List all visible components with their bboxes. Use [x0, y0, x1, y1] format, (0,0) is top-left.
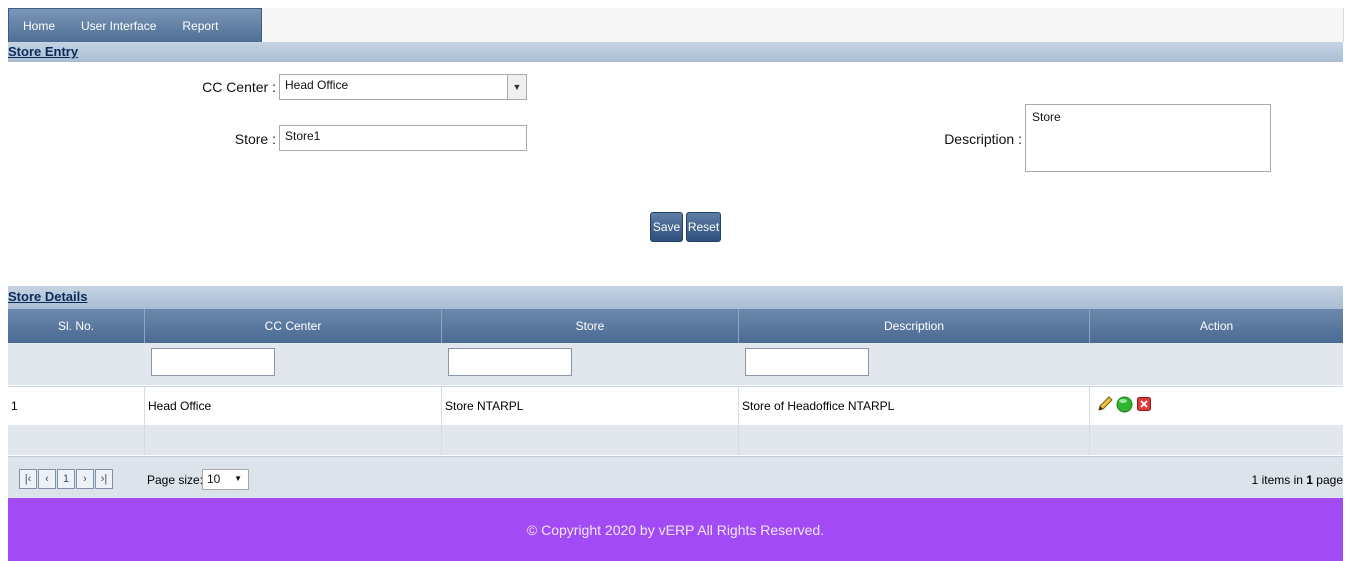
filter-description-input[interactable] — [745, 348, 869, 376]
empty-cell — [442, 425, 739, 455]
cc-center-value: Head Office — [285, 78, 349, 92]
chevron-down-icon: ▼ — [234, 474, 242, 483]
footer: © Copyright 2020 by vERP All Rights Rese… — [8, 498, 1343, 561]
store-label: Store : — [234, 131, 276, 147]
pager: |‹ ‹ 1 › ›| Page size: 10 ▼ 1 items in 1… — [8, 456, 1343, 499]
col-header-action: Action — [1199, 319, 1234, 333]
filter-cell-store — [442, 343, 739, 385]
cell-store: Store NTARPL — [442, 387, 739, 425]
main-menu: Home User Interface Report — [8, 8, 262, 44]
store-input[interactable]: Store1 — [279, 125, 527, 151]
store-input-value: Store1 — [285, 129, 321, 143]
col-header-cc-center[interactable]: CC Center — [145, 309, 442, 343]
reset-button[interactable]: Reset — [686, 212, 721, 242]
save-button[interactable]: Save — [650, 212, 683, 242]
menu-report[interactable]: Report — [168, 19, 230, 33]
page-size-select[interactable]: 10 ▼ — [202, 469, 249, 490]
items-summary: 1 items in 1 page — [1252, 473, 1343, 487]
delete-icon[interactable] — [1137, 397, 1151, 414]
filter-cell-action — [1090, 343, 1343, 385]
items-text: items in — [1261, 473, 1303, 487]
empty-cell — [739, 425, 1090, 455]
prev-page-icon[interactable]: ‹ — [38, 469, 56, 489]
first-page-icon[interactable]: |‹ — [19, 469, 37, 489]
store-details-title: Store Details — [8, 289, 88, 304]
copyright-text: © Copyright 2020 by vERP All Rights Rese… — [526, 521, 825, 538]
col-header-store[interactable]: Store — [442, 309, 739, 343]
description-label: Description : — [944, 131, 1022, 147]
description-textarea[interactable]: Store — [1025, 104, 1271, 172]
cc-center-label: CC Center : — [202, 79, 276, 95]
menu-user-interface[interactable]: User Interface — [67, 19, 168, 33]
col-header-sl-no[interactable]: Sl. No. — [8, 309, 145, 343]
empty-cell — [145, 425, 442, 455]
cell-sl-no: 1 — [8, 387, 145, 425]
filter-store-input[interactable] — [448, 348, 572, 376]
col-header-description[interactable]: Description — [739, 309, 1090, 343]
filter-cell-empty — [8, 343, 145, 385]
filter-cell-description — [739, 343, 1090, 385]
empty-cell — [1090, 425, 1343, 455]
filter-cell-cc-center — [145, 343, 442, 385]
page-size-label: Page size: — [147, 473, 204, 487]
filter-row — [8, 343, 1343, 385]
description-value: Store — [1032, 110, 1061, 124]
last-page-icon[interactable]: ›| — [95, 469, 113, 489]
pencil-icon[interactable] — [1096, 395, 1114, 416]
empty-cell — [8, 425, 145, 455]
top-nav-bar: Home User Interface Report — [8, 8, 1344, 44]
next-page-icon[interactable]: › — [76, 469, 94, 489]
items-count: 1 — [1251, 473, 1259, 487]
cc-center-select[interactable]: Head Office ▼ — [279, 74, 527, 100]
pages-count: 1 — [1306, 473, 1313, 487]
cell-cc-center: Head Office — [145, 387, 442, 425]
grid-header-row: Sl. No. CC Center Store Description Acti… — [8, 309, 1343, 343]
cell-description: Store of Headoffice NTARPL — [739, 387, 1090, 425]
store-entry-header: Store Entry — [8, 42, 1343, 62]
green-dot-icon[interactable] — [1116, 396, 1133, 416]
page-size-value: 10 — [207, 472, 221, 486]
chevron-down-icon[interactable]: ▼ — [507, 75, 526, 99]
cell-action — [1090, 387, 1343, 425]
store-details-header: Store Details — [8, 286, 1343, 309]
filter-cc-center-input[interactable] — [151, 348, 275, 376]
current-page-button[interactable]: 1 — [57, 469, 75, 489]
pages-text: page — [1316, 473, 1343, 487]
table-row[interactable]: 1 Head Office Store NTARPL Store of Head… — [8, 386, 1343, 426]
menu-home[interactable]: Home — [9, 19, 67, 33]
empty-grid-row — [8, 425, 1343, 455]
store-entry-title: Store Entry — [8, 44, 79, 59]
